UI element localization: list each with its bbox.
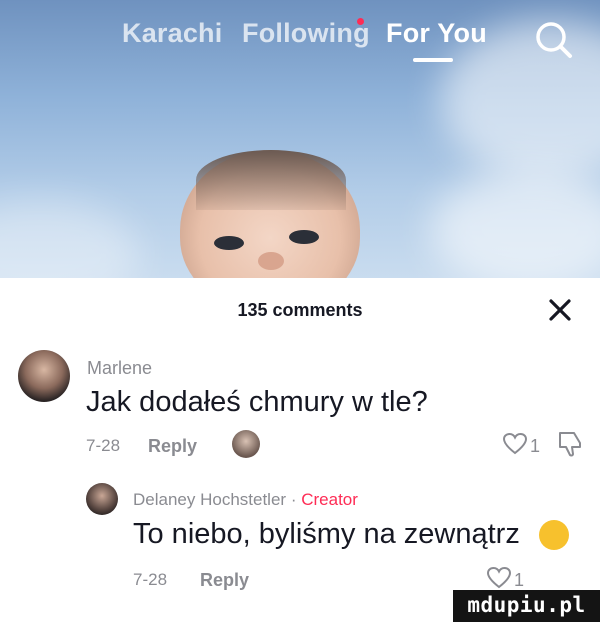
comment-username[interactable]: Delaney Hochstetler · Creator: [133, 490, 358, 510]
cloud: [430, 170, 600, 278]
comments-sheet: 135 comments Marlene Jak dodałeś chmury …: [0, 278, 600, 622]
heart-icon[interactable]: [502, 432, 528, 456]
cloud: [0, 200, 140, 278]
separator: ·: [290, 490, 297, 509]
baby-hair: [196, 150, 346, 210]
username-text[interactable]: Delaney Hochstetler: [133, 490, 286, 509]
comment-text: To niebo, byliśmy na zewnątrz: [133, 518, 520, 550]
comments-count: 135 comments: [237, 300, 363, 320]
baby-nose: [258, 252, 284, 270]
dislike-icon[interactable]: [557, 430, 583, 458]
like-count: 1: [514, 570, 525, 590]
creator-badge: Creator: [301, 490, 358, 509]
comment-date: 7-28: [133, 570, 168, 589]
comment-date: 7-28: [86, 436, 121, 455]
watermark-text: mdupiu.pl: [467, 593, 586, 617]
active-tab-indicator: [413, 58, 453, 62]
search-icon[interactable]: [532, 18, 576, 62]
video-player[interactable]: Karachi Following For You: [0, 0, 600, 278]
avatar[interactable]: [18, 350, 70, 402]
watermark: mdupiu.pl: [453, 590, 600, 622]
reply-button[interactable]: Reply: [200, 570, 249, 591]
avatar[interactable]: [86, 483, 118, 515]
baby-eye-right: [289, 230, 319, 244]
creator-replied-avatar: [232, 430, 260, 458]
top-nav: Karachi Following For You: [0, 0, 600, 80]
smiling-emoji-icon: [539, 520, 569, 550]
close-icon[interactable]: [546, 296, 574, 324]
tab-karachi[interactable]: Karachi: [122, 18, 222, 49]
heart-icon[interactable]: [486, 566, 512, 590]
tab-for-you[interactable]: For You: [386, 18, 487, 49]
like-count: 1: [530, 436, 541, 456]
comment-username[interactable]: Marlene: [87, 358, 152, 379]
tab-following[interactable]: Following: [242, 18, 370, 49]
notification-dot: [357, 18, 364, 25]
reply-button[interactable]: Reply: [148, 436, 197, 457]
baby-eye-left: [214, 236, 244, 250]
comment-text: Jak dodałeś chmury w tle?: [86, 386, 428, 418]
